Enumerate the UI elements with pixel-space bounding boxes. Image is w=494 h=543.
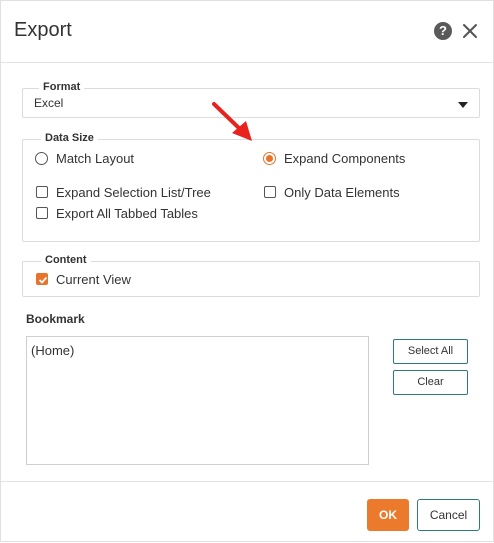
match-layout-label: Match Layout bbox=[56, 151, 135, 166]
content-legend: Content bbox=[41, 254, 91, 266]
expand-selection-label: Expand Selection List/Tree bbox=[56, 185, 211, 200]
current-view-label: Current View bbox=[56, 272, 131, 287]
checkmark-icon bbox=[38, 276, 48, 284]
expand-components-label: Expand Components bbox=[284, 151, 406, 166]
close-icon[interactable] bbox=[461, 22, 479, 40]
clear-button[interactable]: Clear bbox=[393, 370, 468, 395]
checkbox[interactable] bbox=[264, 186, 276, 198]
checkbox-checked[interactable] bbox=[36, 273, 48, 285]
bookmark-list[interactable]: (Home) bbox=[26, 336, 369, 465]
ok-button[interactable]: OK bbox=[367, 499, 409, 531]
radio-button-selected[interactable] bbox=[263, 152, 276, 165]
export-dialog: Export ? Format Excel Data Size Match La… bbox=[0, 0, 494, 542]
chevron-down-icon bbox=[458, 102, 468, 108]
list-item[interactable]: (Home) bbox=[31, 343, 74, 358]
select-all-button[interactable]: Select All bbox=[393, 339, 468, 364]
match-layout-radio[interactable]: Match Layout bbox=[35, 151, 215, 169]
format-legend: Format bbox=[39, 81, 85, 93]
radio-button[interactable] bbox=[35, 152, 48, 165]
content-group: Content Current View bbox=[22, 254, 480, 297]
dialog-header: Export ? bbox=[1, 1, 494, 63]
only-data-elements-label: Only Data Elements bbox=[284, 185, 400, 200]
export-all-tabbed-label: Export All Tabbed Tables bbox=[56, 206, 198, 221]
current-view-checkbox[interactable]: Current View bbox=[35, 272, 185, 290]
expand-components-radio[interactable]: Expand Components bbox=[263, 151, 443, 169]
dialog-title: Export bbox=[14, 19, 72, 41]
expand-selection-checkbox[interactable]: Expand Selection List/Tree bbox=[35, 185, 235, 203]
data-size-group: Data Size Match Layout Expand Components… bbox=[22, 132, 480, 242]
checkbox[interactable] bbox=[36, 207, 48, 219]
checkbox[interactable] bbox=[36, 186, 48, 198]
cancel-button[interactable]: Cancel bbox=[417, 499, 480, 531]
annotation-arrow-icon bbox=[212, 102, 252, 141]
data-size-legend: Data Size bbox=[41, 132, 98, 144]
format-selected-value: Excel bbox=[34, 96, 64, 110]
help-icon[interactable]: ? bbox=[434, 22, 452, 40]
export-all-tabbed-checkbox[interactable]: Export All Tabbed Tables bbox=[35, 206, 235, 224]
bookmark-label: Bookmark bbox=[26, 312, 85, 326]
only-data-elements-checkbox[interactable]: Only Data Elements bbox=[263, 185, 443, 203]
